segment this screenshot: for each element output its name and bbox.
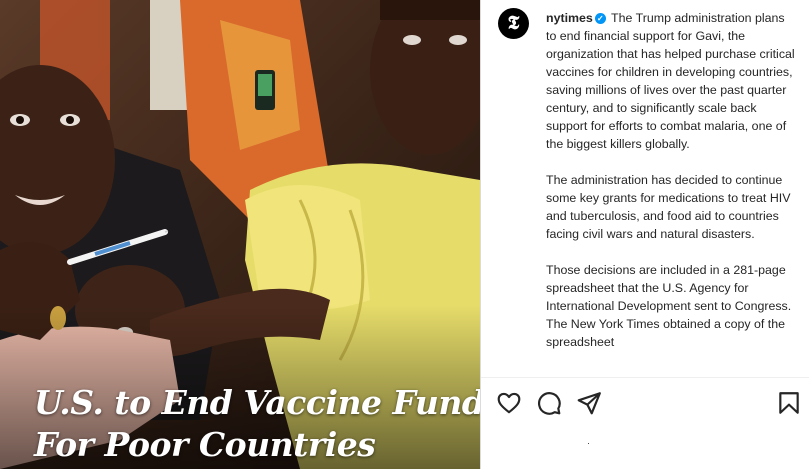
share-icon: [577, 392, 601, 415]
post-caption: nytimes ✓ The Trump administration plans …: [546, 9, 796, 369]
caption-paragraph-3: Those decisions are included in a 281-pa…: [546, 263, 792, 349]
headline-line-1: U.S. to End Vaccine Funds: [34, 383, 480, 422]
action-bar: ·: [481, 377, 809, 470]
headline: U.S. to End Vaccine Funds For Poor Count…: [34, 382, 480, 466]
post-panel: 𝕿 nytimes ✓ The Trump administration plan…: [480, 0, 809, 470]
bookmark-icon: [779, 392, 799, 414]
heart-icon: [497, 392, 521, 414]
caption-scroll-area[interactable]: 𝕿 nytimes ✓ The Trump administration plan…: [481, 0, 809, 377]
headline-line-2: For Poor Countries: [34, 425, 376, 464]
username-link[interactable]: nytimes: [546, 11, 593, 25]
caption-paragraph-2: The administration has decided to contin…: [546, 173, 791, 241]
post-photo[interactable]: U.S. to End Vaccine Funds For Poor Count…: [0, 0, 480, 469]
caption-text-1: The Trump administration plans to end fi…: [546, 11, 795, 151]
comment-button[interactable]: [536, 390, 562, 416]
avatar[interactable]: 𝕿: [498, 8, 529, 39]
comment-icon: [538, 392, 561, 415]
like-button[interactable]: [496, 390, 522, 416]
footer-mark: ·: [587, 438, 590, 448]
verified-badge-icon: ✓: [594, 13, 606, 24]
caption-paragraph-1: nytimes ✓ The Trump administration plans …: [546, 9, 796, 153]
save-button[interactable]: [776, 390, 802, 416]
share-button[interactable]: [576, 390, 602, 416]
